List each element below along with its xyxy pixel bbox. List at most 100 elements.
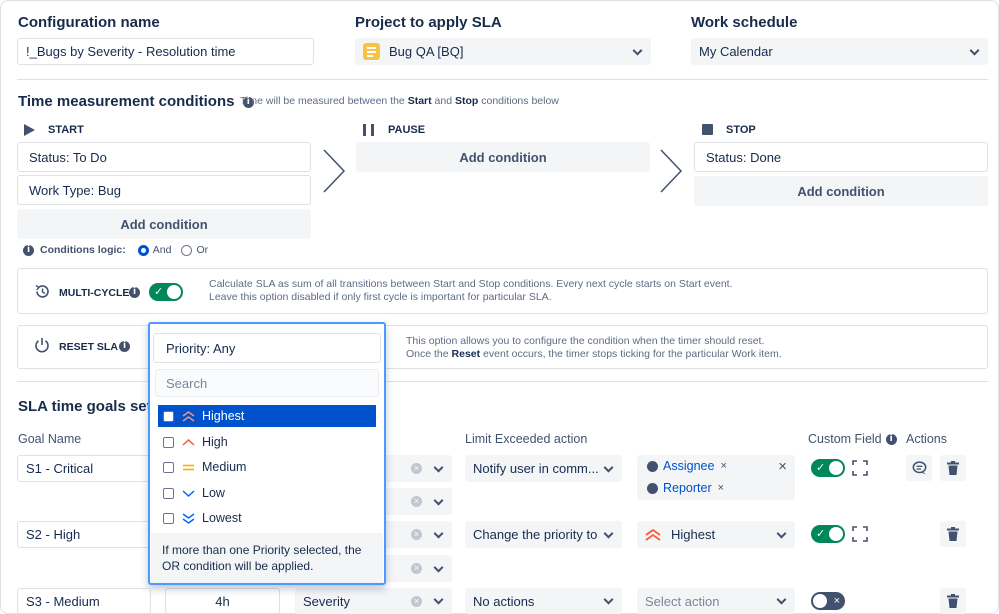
priority-target-value: Highest xyxy=(671,527,716,542)
start-label: START xyxy=(48,124,84,136)
delete-button[interactable] xyxy=(940,588,966,614)
expand-icon[interactable] xyxy=(852,526,868,542)
schedule-select[interactable]: My Calendar xyxy=(691,38,988,65)
time-conditions-title: Time measurement conditions i xyxy=(18,93,254,110)
reset-sla-label: RESET SLA xyxy=(59,341,118,353)
priority-dropdown-footer: If more than one Priority selected, the … xyxy=(151,533,383,583)
user-icon xyxy=(647,460,658,472)
pause-icon xyxy=(363,124,366,136)
multi-cycle-label: MULTI-CYCLE xyxy=(59,287,130,299)
delete-button[interactable] xyxy=(940,455,966,481)
priority-select[interactable]: Priority: Any xyxy=(153,333,381,363)
chevron-down-icon xyxy=(603,528,614,539)
checkbox[interactable] xyxy=(163,487,174,499)
start-condition-status[interactable]: Status: To Do xyxy=(17,142,311,172)
priority-target-select[interactable]: Highest xyxy=(637,521,795,548)
schedule-label: Work schedule xyxy=(691,14,798,31)
trash-icon xyxy=(947,461,959,475)
limit-action-select[interactable]: Notify user in comm... xyxy=(465,455,622,482)
priority-highest-icon xyxy=(182,410,195,422)
logic-or-label: Or xyxy=(196,244,209,256)
priority-low-icon xyxy=(182,489,195,497)
custom-field-toggle[interactable]: ✓ xyxy=(811,459,845,477)
priority-search-input[interactable]: Search xyxy=(155,369,379,397)
checkbox[interactable] xyxy=(163,410,174,422)
priority-lowest-icon xyxy=(182,512,195,524)
pause-add-condition-button[interactable]: Add condition xyxy=(356,142,650,172)
pause-icon-bar xyxy=(371,124,374,136)
priority-option-high[interactable]: High xyxy=(158,431,376,453)
limit-action-select[interactable]: Change the priority to xyxy=(465,521,622,548)
clear-icon[interactable]: × xyxy=(411,496,422,507)
col-custom-field: Custom Field i xyxy=(808,432,897,446)
remove-tag-icon[interactable]: × xyxy=(718,482,724,494)
clear-icon[interactable]: × xyxy=(411,563,422,574)
project-icon xyxy=(363,43,380,60)
conditions-logic-label: Conditions logic: xyxy=(40,244,126,256)
reset-sla-description: This option allows you to configure the … xyxy=(406,335,782,360)
clear-icon[interactable]: × xyxy=(411,529,422,540)
col-custom-field-text: Custom Field xyxy=(808,432,882,446)
chevron-down-icon xyxy=(433,594,444,605)
limit-action-value: Notify user in comm... xyxy=(473,461,599,476)
target-action-select[interactable]: Select action xyxy=(637,588,795,614)
user-tag-reporter[interactable]: Reporter × xyxy=(647,481,724,495)
option-label: Low xyxy=(202,486,225,500)
goal-field-value: Severity xyxy=(303,593,350,609)
chevron-down-icon xyxy=(969,45,980,56)
limit-action-value: Change the priority to xyxy=(473,527,598,542)
user-icon xyxy=(647,482,658,494)
goal-name-input[interactable]: S2 - High xyxy=(17,521,151,548)
play-icon xyxy=(24,124,35,136)
custom-field-toggle[interactable]: × xyxy=(811,592,845,610)
divider xyxy=(17,79,988,80)
user-tag-assignee[interactable]: Assignee × xyxy=(647,459,727,473)
limit-action-select[interactable]: No actions xyxy=(465,588,622,614)
conditions-logic: i Conditions logic: And Or xyxy=(23,244,208,256)
stop-add-condition-button[interactable]: Add condition xyxy=(694,176,988,206)
option-label: Lowest xyxy=(202,511,242,525)
delete-button[interactable] xyxy=(940,521,966,547)
priority-option-lowest[interactable]: Lowest xyxy=(158,507,376,529)
clear-all-icon[interactable]: × xyxy=(778,458,787,475)
remove-tag-icon[interactable]: × xyxy=(720,460,726,472)
checkbox[interactable] xyxy=(163,461,174,473)
chevron-down-icon xyxy=(603,594,614,605)
checkbox[interactable] xyxy=(163,512,174,524)
limit-action-value: No actions xyxy=(473,593,535,609)
info-icon[interactable]: i xyxy=(119,341,130,352)
priority-medium-icon xyxy=(183,464,194,470)
priority-dropdown: Priority: Any Search Highest High Medium… xyxy=(148,322,386,585)
config-name-label: Configuration name xyxy=(18,14,160,31)
priority-option-low[interactable]: Low xyxy=(158,482,376,504)
start-add-condition-button[interactable]: Add condition xyxy=(17,209,311,239)
option-label: Medium xyxy=(202,460,247,474)
multi-cycle-toggle[interactable]: ✓ xyxy=(149,283,183,301)
notify-users-select[interactable]: Assignee × Reporter × × xyxy=(637,455,795,500)
goal-name-input[interactable]: S3 - Medium xyxy=(17,588,151,614)
info-icon[interactable]: i xyxy=(885,433,897,445)
comment-button[interactable] xyxy=(906,455,932,481)
priority-option-medium[interactable]: Medium xyxy=(158,456,376,478)
info-icon[interactable]: i xyxy=(23,244,34,256)
logic-or-radio[interactable] xyxy=(181,244,193,256)
project-select[interactable]: Bug QA [BQ] xyxy=(355,38,651,65)
clear-icon[interactable]: × xyxy=(411,463,422,474)
start-condition-worktype[interactable]: Work Type: Bug xyxy=(17,175,311,205)
goal-name-input[interactable]: S1 - Critical xyxy=(17,455,151,482)
priority-option-highest[interactable]: Highest xyxy=(158,405,376,427)
trash-icon xyxy=(947,594,959,608)
stop-condition-status[interactable]: Status: Done xyxy=(694,142,988,172)
user-tag-label: Reporter xyxy=(663,481,712,495)
config-name-input[interactable]: !_Bugs by Severity - Resolution time xyxy=(17,38,314,65)
clear-icon[interactable]: × xyxy=(411,596,422,607)
custom-field-toggle[interactable]: ✓ xyxy=(811,525,845,543)
goal-time-input[interactable]: 4h xyxy=(165,588,280,614)
expand-icon[interactable] xyxy=(852,460,868,476)
info-icon[interactable]: i xyxy=(129,287,140,298)
chevron-down-icon xyxy=(433,462,444,473)
logic-and-radio[interactable] xyxy=(137,244,149,256)
goal-field-select[interactable]: Severity × xyxy=(295,588,452,614)
checkbox[interactable] xyxy=(163,436,174,448)
priority-highest-icon xyxy=(645,528,661,541)
